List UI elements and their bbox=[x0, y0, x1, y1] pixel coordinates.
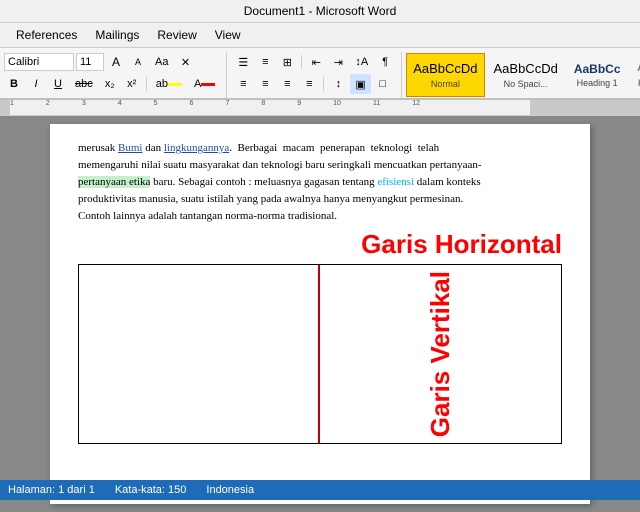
menu-references[interactable]: References bbox=[8, 25, 85, 45]
paragraph-group: ☰ ≡ ⊞ ⇤ ⇥ ↕A ¶ ≡ ≡ ≡ ≡ ↕ ▣ □ Paragraph bbox=[227, 52, 402, 98]
style-no-spacing-sample: AaBbCcDd bbox=[494, 61, 558, 77]
shading-button[interactable]: ▣ bbox=[350, 74, 370, 94]
page-info: Halaman: 1 dari 1 bbox=[8, 484, 95, 496]
font-size-input[interactable] bbox=[76, 53, 104, 71]
menu-mailings[interactable]: Mailings bbox=[87, 25, 147, 45]
strikethrough-button[interactable]: abc bbox=[70, 74, 98, 94]
grow-font-button[interactable]: A bbox=[106, 52, 126, 72]
font-name-input[interactable] bbox=[4, 53, 74, 71]
line-spacing-button[interactable]: ↕ bbox=[328, 74, 348, 94]
garis-vertikal-label: Garis Vertikal bbox=[425, 271, 456, 437]
style-no-spacing-label: No Spaci... bbox=[504, 79, 548, 89]
align-left-button[interactable]: ≡ bbox=[233, 74, 253, 94]
styles-group: AaBbCcDd Normal AaBbCcDd No Spaci... AaB… bbox=[402, 52, 640, 98]
menu-bar: References Mailings Review View bbox=[0, 23, 640, 48]
bumi-link: Bumi bbox=[118, 142, 142, 154]
status-bar: Halaman: 1 dari 1 Kata-kata: 150 Indones… bbox=[0, 480, 640, 500]
font-color-indicator bbox=[201, 83, 215, 86]
border-button[interactable]: □ bbox=[373, 74, 393, 94]
lingkungan-link: lingkungannya bbox=[164, 142, 229, 154]
font-group: A A Aa ✕ B I U abc x₂ x² ab A Font bbox=[4, 52, 227, 98]
multilevel-button[interactable]: ⊞ bbox=[277, 52, 297, 72]
decrease-indent-button[interactable]: ⇤ bbox=[306, 52, 326, 72]
bullets-button[interactable]: ☰ bbox=[233, 52, 253, 72]
text-para3: pertanyaan etika baru. Sebagai contoh : … bbox=[78, 176, 481, 188]
text-para4: produktivitas manusia, suatu istilah yan… bbox=[78, 193, 463, 205]
font-row: A A Aa ✕ bbox=[4, 52, 195, 72]
align-right-button[interactable]: ≡ bbox=[277, 74, 297, 94]
sep3 bbox=[323, 77, 324, 91]
text-para1: merusak Bumi dan lingkungannya. Berbagai… bbox=[78, 142, 439, 154]
text-para5: Contoh lainnya adalah tantangan norma-no… bbox=[78, 210, 337, 222]
separator bbox=[146, 77, 147, 91]
font-color-button[interactable]: A bbox=[189, 74, 220, 94]
right-column: Garis Vertikal bbox=[320, 265, 561, 443]
show-marks-button[interactable]: ¶ bbox=[375, 52, 395, 72]
style-normal-sample: AaBbCcDd bbox=[413, 61, 477, 77]
document-page[interactable]: merusak Bumi dan lingkungannya. Berbagai… bbox=[50, 124, 590, 504]
content-box: Garis Vertikal bbox=[78, 264, 562, 444]
increase-indent-button[interactable]: ⇥ bbox=[328, 52, 348, 72]
underline-button[interactable]: U bbox=[48, 74, 68, 94]
style-normal[interactable]: AaBbCcDd Normal bbox=[406, 53, 484, 97]
menu-view[interactable]: View bbox=[207, 25, 249, 45]
shrink-font-button[interactable]: A bbox=[128, 52, 148, 72]
bold-button[interactable]: B bbox=[4, 74, 24, 94]
highlight-button[interactable]: ab bbox=[151, 74, 187, 94]
italic-button[interactable]: I bbox=[26, 74, 46, 94]
menu-review[interactable]: Review bbox=[149, 25, 204, 45]
justify-button[interactable]: ≡ bbox=[299, 74, 319, 94]
ruler-marks: 1 2 3 4 5 6 7 8 9 10 11 12 bbox=[10, 100, 452, 107]
text-para2: memengaruhi nilai suatu masyarakat dan t… bbox=[78, 159, 482, 171]
word-count: Kata-kata: 150 bbox=[115, 484, 187, 496]
left-column bbox=[79, 265, 320, 443]
change-case-button[interactable]: Aa bbox=[150, 52, 173, 72]
sep2 bbox=[301, 55, 302, 69]
align-center-button[interactable]: ≡ bbox=[255, 74, 275, 94]
style-heading1[interactable]: AaBbCc Heading 1 bbox=[567, 53, 628, 97]
document-content[interactable]: merusak Bumi dan lingkungannya. Berbagai… bbox=[78, 140, 562, 225]
align-row: ≡ ≡ ≡ ≡ ↕ ▣ □ bbox=[233, 74, 392, 94]
list-row: ☰ ≡ ⊞ ⇤ ⇥ ↕A ¶ bbox=[233, 52, 395, 72]
superscript-button[interactable]: x² bbox=[122, 74, 142, 94]
ruler: 1 2 3 4 5 6 7 8 9 10 11 12 bbox=[0, 100, 640, 116]
style-heading1-label: Heading 1 bbox=[577, 78, 618, 88]
pertanyaan-highlight: pertanyaan etika bbox=[78, 176, 150, 188]
title-bar: Document1 - Microsoft Word bbox=[0, 0, 640, 23]
document-area[interactable]: merusak Bumi dan lingkungannya. Berbagai… bbox=[0, 116, 640, 512]
clear-formatting-button[interactable]: ✕ bbox=[175, 52, 195, 72]
style-normal-label: Normal bbox=[431, 79, 460, 89]
garis-horizontal-label: Garis Horizontal bbox=[78, 229, 562, 260]
title-text: Document1 - Microsoft Word bbox=[244, 4, 397, 18]
ribbon: A A Aa ✕ B I U abc x₂ x² ab A Font ☰ bbox=[0, 48, 640, 100]
subscript-button[interactable]: x₂ bbox=[100, 74, 120, 94]
style-no-spacing[interactable]: AaBbCcDd No Spaci... bbox=[487, 53, 565, 97]
style-heading1-sample: AaBbCc bbox=[574, 62, 621, 76]
sort-button[interactable]: ↕A bbox=[350, 52, 373, 72]
style-heading2[interactable]: AaBbCc Heading 2 bbox=[630, 53, 640, 97]
language-info: Indonesia bbox=[206, 484, 254, 496]
format-row: B I U abc x₂ x² ab A bbox=[4, 74, 220, 94]
numbering-button[interactable]: ≡ bbox=[255, 52, 275, 72]
efisiensi-link: efisiensi bbox=[377, 176, 414, 188]
